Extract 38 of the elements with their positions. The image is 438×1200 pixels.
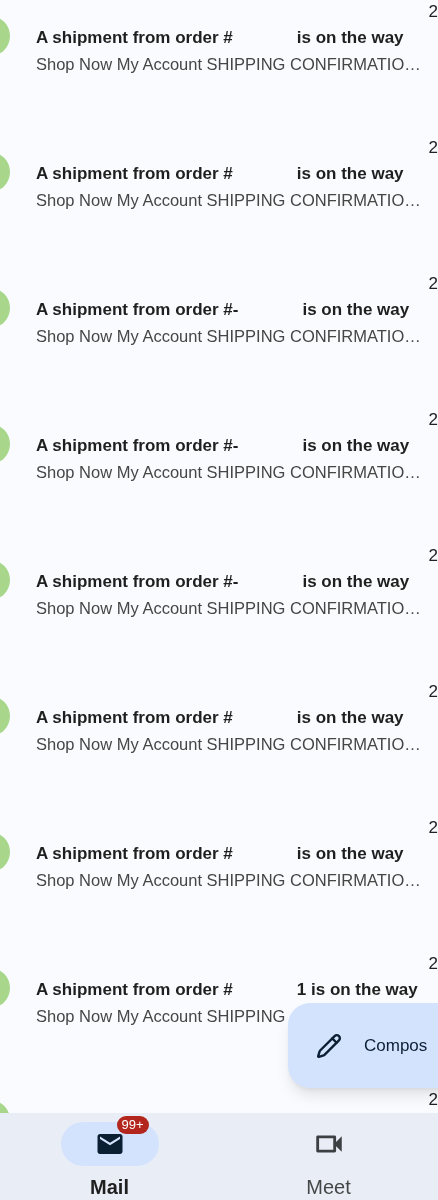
email-date: 2 — [428, 274, 438, 294]
email-date: 2 — [428, 1090, 438, 1111]
email-snippet: Shop Now My Account SHIPPING CONFIRMATIO… — [36, 54, 421, 75]
email-subject: A shipment from order # — [36, 707, 233, 729]
email-subject: A shipment from order # — [36, 843, 233, 865]
email-subject: 1 is on the way — [296, 979, 418, 1001]
email-snippet: Shop Now My Account SHIPPING CONFIRMATIO… — [36, 734, 421, 755]
email-snippet: Shop Now My Account SHIPPING CONFIRMATIO… — [36, 462, 421, 483]
email-subject: A shipment from order # — [36, 979, 233, 1001]
email-date: 2 — [428, 682, 438, 702]
email-subject: A shipment from order # — [36, 163, 233, 185]
email-snippet: Shop Now My Account SHIPPING — [36, 1006, 286, 1027]
email-subject: is on the way — [296, 27, 404, 49]
email-date: 2 — [428, 954, 438, 974]
email-snippet: Shop Now My Account SHIPPING CONFIRMATIO… — [36, 326, 421, 347]
email-subject: is on the way — [302, 435, 410, 457]
email-snippet: Shop Now My Account SHIPPING CONFIRMATIO… — [36, 598, 421, 619]
email-subject: is on the way — [302, 299, 410, 321]
email-snippet: Shop Now My Account SHIPPING CONFIRMATIO… — [36, 190, 421, 211]
unread-count-badge: 99+ — [116, 1116, 149, 1134]
email-subject: is on the way — [296, 163, 404, 185]
email-subject: A shipment from order #- — [36, 299, 239, 321]
email-date: 2 — [428, 410, 438, 430]
pencil-icon — [316, 1032, 342, 1059]
email-subject: A shipment from order #- — [36, 571, 239, 593]
nav-tab[interactable]: Meet — [219, 1113, 438, 1200]
email-date: 2 — [428, 138, 438, 158]
email-subject: A shipment from order #- — [36, 435, 239, 457]
email-snippet: Shop Now My Account SHIPPING CONFIRMATIO… — [36, 870, 421, 891]
email-subject: is on the way — [296, 707, 404, 729]
email-subject: A shipment from order # — [36, 27, 233, 49]
email-date: 2 — [428, 818, 438, 838]
email-date: 2 — [428, 2, 438, 22]
email-subject: is on the way — [296, 843, 404, 865]
email-subject: is on the way — [302, 571, 410, 593]
compose-button[interactable]: Compos — [288, 1003, 438, 1088]
nav-tab[interactable]: 99+ Mail — [0, 1113, 219, 1200]
email-date: 2 — [428, 546, 438, 566]
